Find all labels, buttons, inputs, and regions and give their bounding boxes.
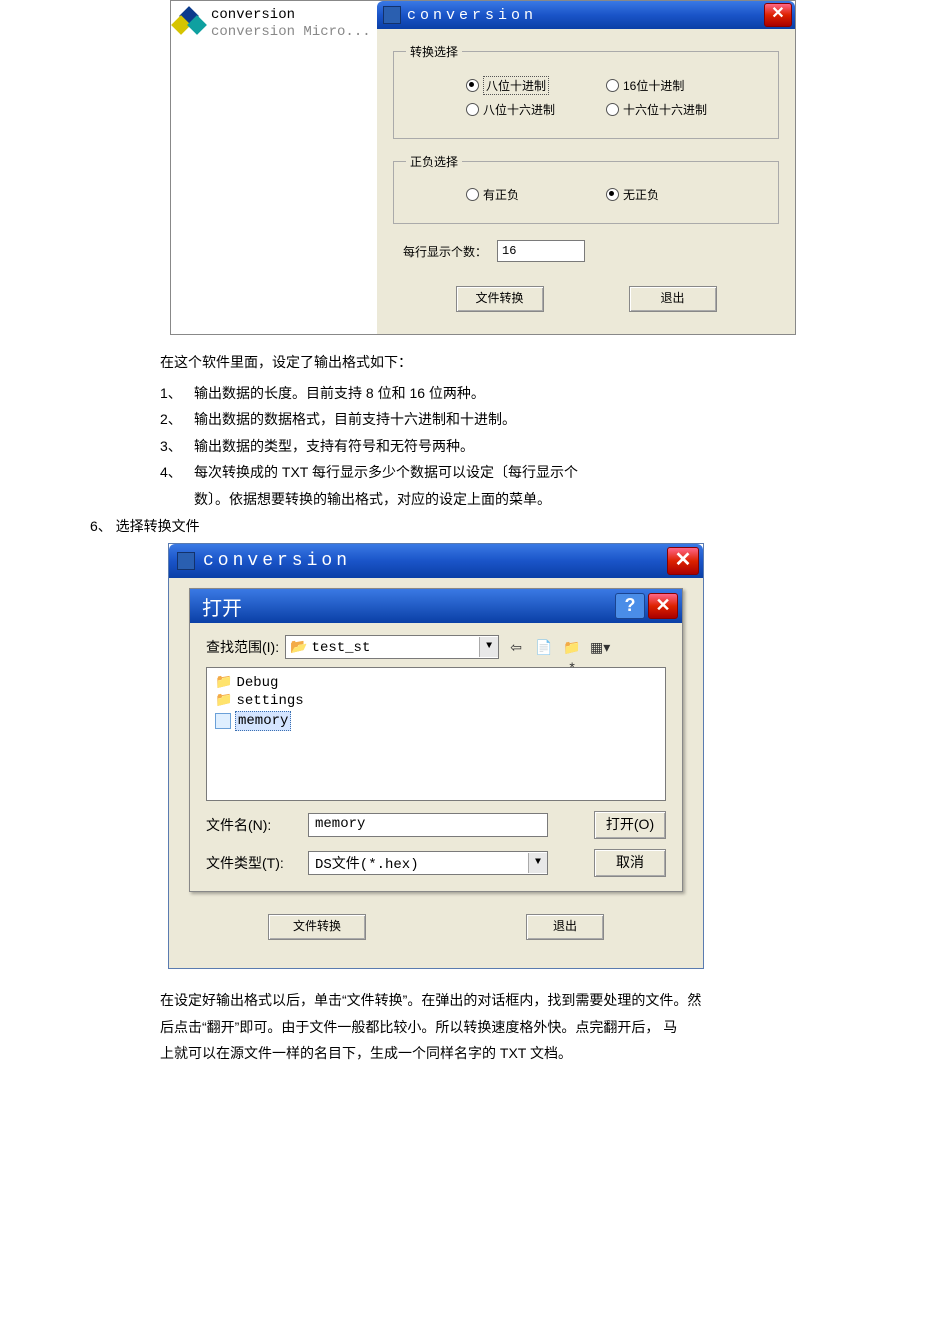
list-item-cont: 数〕。依据想要转换的输出格式，对应的设定上面的菜单。 (194, 486, 551, 513)
list-item: memory (215, 711, 657, 731)
app-icon (383, 6, 401, 24)
back-icon[interactable]: ⇦ (505, 637, 527, 657)
filename-label: 文件名(N): (206, 815, 298, 835)
up-folder-icon[interactable]: 📄 (533, 637, 555, 657)
exit-button[interactable]: 退出 (629, 286, 717, 312)
shortcut-subtitle: conversion Micro... (211, 24, 371, 41)
help-icon[interactable]: ? (615, 593, 645, 619)
radio-16bit-dec[interactable]: 16位十进制 (606, 76, 746, 95)
shortcut-title: conversion (211, 7, 371, 24)
radio-8bit-hex[interactable]: 八位十六进制 (466, 101, 606, 118)
open-dialog: 打开 ? ✕ 查找范围(I): 📂test_st ▼ ⇦ 📄 📁* (189, 588, 683, 892)
group-legend: 转换选择 (406, 43, 462, 60)
filetype-label: 文件类型(T): (206, 853, 298, 873)
group-convert-select: 转换选择 八位十进制 16位十进制 (393, 43, 779, 139)
list-item: 输出数据的数据格式，目前支持十六进制和十进制。 (194, 406, 516, 433)
group-legend: 正负选择 (406, 153, 462, 170)
screenshot-open-dialog: conversion ✕ 打开 ? ✕ 查找范围(I): 📂test_st ▼ (168, 543, 704, 969)
list-item: 📁settings (215, 692, 657, 710)
close-icon[interactable]: ✕ (764, 3, 792, 27)
new-folder-icon[interactable]: 📁* (561, 637, 583, 657)
lookin-combo[interactable]: 📂test_st ▼ (285, 635, 499, 659)
view-menu-icon[interactable]: ▦▾ (589, 637, 611, 657)
per-line-input[interactable] (497, 240, 585, 262)
app-icon (177, 552, 195, 570)
lookin-label: 查找范围(I): (206, 637, 279, 657)
convert-button[interactable]: 文件转换 (268, 914, 366, 940)
outer-list-item-6: 6、 选择转换文件 (90, 513, 860, 540)
file-list[interactable]: 📁Debug 📁settings memory (206, 667, 666, 801)
per-line-label: 每行显示个数： (403, 243, 487, 260)
desktop-shortcut: conversion conversion Micro... (171, 1, 377, 334)
convert-button[interactable]: 文件转换 (456, 286, 544, 312)
exit-button[interactable]: 退出 (526, 914, 604, 940)
screenshot-conversion-settings: conversion conversion Micro... conversio… (170, 0, 796, 335)
radio-8bit-dec[interactable]: 八位十进制 (466, 76, 606, 95)
intro-text: 在这个软件里面，设定了输出格式如下： (160, 349, 860, 376)
chevron-down-icon[interactable]: ▼ (479, 637, 498, 657)
list-item: 输出数据的类型，支持有符号和无符号两种。 (194, 433, 474, 460)
window-title: conversion (203, 551, 351, 571)
close-icon[interactable]: ✕ (648, 593, 678, 619)
window-title: conversion (407, 7, 537, 24)
window-titlebar: conversion ✕ (377, 1, 795, 29)
window-titlebar: conversion ✕ (169, 544, 703, 578)
filetype-combo[interactable]: DS文件(*.hex) ▼ (308, 851, 548, 875)
radio-signed[interactable]: 有正负 (466, 186, 606, 203)
paragraph: 在设定好输出格式以后，单击“文件转换”。在弹出的对话框内，找到需要处理的文件。然… (160, 987, 860, 1067)
open-button[interactable]: 打开(O) (594, 811, 666, 839)
chevron-down-icon[interactable]: ▼ (528, 853, 547, 873)
list-item: 输出数据的长度。目前支持 8 位和 16 位两种。 (194, 380, 485, 407)
cancel-button[interactable]: 取消 (594, 849, 666, 877)
radio-16bit-hex[interactable]: 十六位十六进制 (606, 101, 746, 118)
radio-unsigned[interactable]: 无正负 (606, 186, 746, 203)
close-icon[interactable]: ✕ (667, 547, 699, 575)
group-sign-select: 正负选择 有正负 无正负 (393, 153, 779, 224)
numbered-list: 1、输出数据的长度。目前支持 8 位和 16 位两种。 2、输出数据的数据格式，… (160, 380, 860, 513)
dialog-title: 打开 (202, 592, 242, 621)
filename-input[interactable]: memory (308, 813, 548, 837)
list-item: 每次转换成的 TXT 每行显示多少个数据可以设定〔每行显示个 (194, 459, 578, 486)
list-item: 📁Debug (215, 674, 657, 692)
mfc-icon (173, 7, 205, 39)
